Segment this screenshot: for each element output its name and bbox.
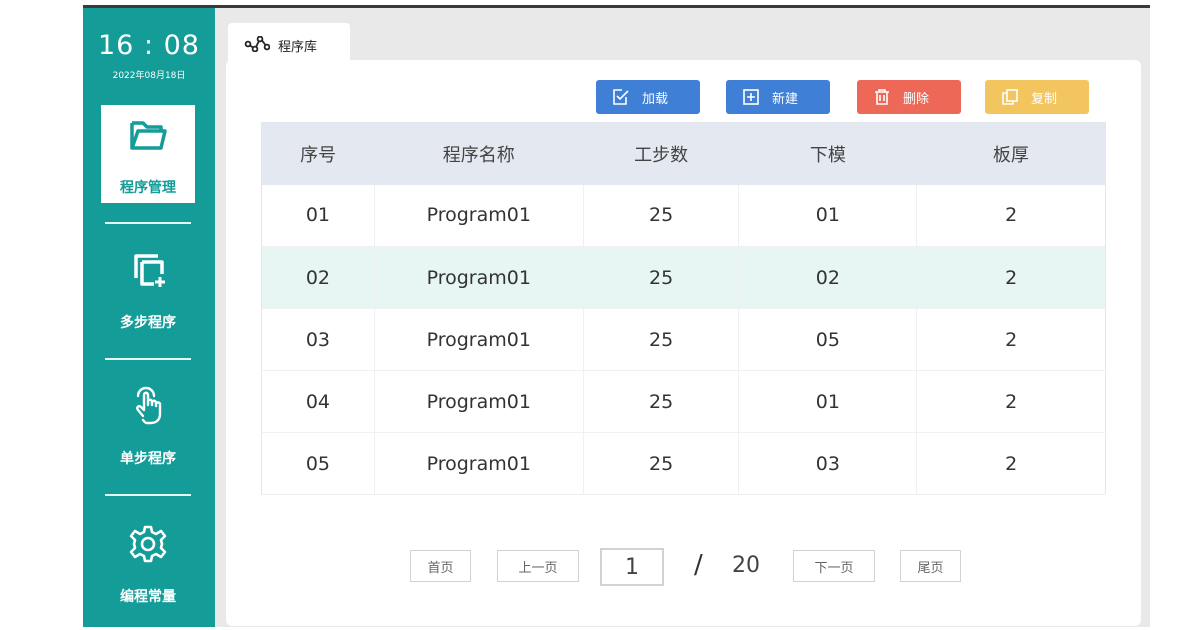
copy-icon xyxy=(1002,89,1018,105)
cell-step-count: 25 xyxy=(583,184,740,247)
cell-index: 02 xyxy=(261,246,375,309)
folder-icon xyxy=(130,121,167,150)
clock-date: 2022年08月18日 xyxy=(112,71,186,81)
cell-thickness: 2 xyxy=(916,308,1106,371)
cell-program-name: Program01 xyxy=(374,308,584,371)
graph-nodes-icon xyxy=(244,36,270,52)
sidebar-item-constants[interactable]: 编程常量 xyxy=(101,514,195,612)
cell-lower-die: 01 xyxy=(738,184,918,247)
app-window: 16 : 08 2022年08月18日 程序管理 多步程序 单步程序 编程常量 … xyxy=(83,5,1150,627)
cell-thickness: 2 xyxy=(916,370,1106,433)
cell-lower-die: 02 xyxy=(738,246,918,309)
cell-step-count: 25 xyxy=(583,246,740,309)
sidebar-item-label: 多步程序 xyxy=(120,315,176,331)
delete-button-label: 删除 xyxy=(903,91,930,107)
column-header-program-name[interactable]: 程序名称 xyxy=(374,122,584,185)
sidebar-item-label: 程序管理 xyxy=(120,180,176,196)
cell-index: 03 xyxy=(261,308,375,371)
delete-button[interactable]: 删除 xyxy=(857,80,961,114)
total-pages: 20 xyxy=(732,553,760,578)
add-document-icon xyxy=(743,89,759,105)
sidebar-item-label: 编程常量 xyxy=(120,589,176,605)
sidebar-item-program-management[interactable]: 程序管理 xyxy=(101,105,195,203)
sidebar-item-multi-step[interactable]: 多步程序 xyxy=(101,240,195,338)
sidebar: 16 : 08 2022年08月18日 程序管理 多步程序 单步程序 编程常量 xyxy=(83,8,215,627)
first-page-button[interactable]: 首页 xyxy=(410,550,471,582)
copy-button-label: 复制 xyxy=(1031,91,1058,107)
tab-program-library[interactable]: 程序库 xyxy=(228,23,350,65)
load-button[interactable]: 加载 xyxy=(596,80,700,114)
table-row[interactable]: 03 Program01 25 05 2 xyxy=(261,308,1106,371)
table-row[interactable]: 05 Program01 25 03 2 xyxy=(261,432,1106,495)
cell-index: 04 xyxy=(261,370,375,433)
check-edit-icon xyxy=(613,89,629,105)
program-library-panel: 加载 新建 删除 复制 序号 程序名称 工步数 下模 板厚 01 Program… xyxy=(226,60,1141,626)
load-button-label: 加载 xyxy=(642,91,669,107)
cell-program-name: Program01 xyxy=(374,432,584,495)
multi-copy-add-icon xyxy=(134,254,165,287)
sidebar-item-label: 单步程序 xyxy=(120,451,176,467)
table-row[interactable]: 04 Program01 25 01 2 xyxy=(261,370,1106,433)
sidebar-divider xyxy=(105,222,191,224)
tab-label: 程序库 xyxy=(278,40,318,55)
cell-program-name: Program01 xyxy=(374,370,584,433)
cell-lower-die: 03 xyxy=(738,432,918,495)
hand-pointer-icon xyxy=(136,386,162,425)
clock-time: 16 : 08 xyxy=(98,30,200,61)
sidebar-divider xyxy=(105,494,191,496)
page-number-input[interactable] xyxy=(600,548,664,586)
new-button[interactable]: 新建 xyxy=(726,80,830,114)
sidebar-item-single-step[interactable]: 单步程序 xyxy=(101,376,195,474)
trash-icon xyxy=(875,89,889,105)
column-header-step-count[interactable]: 工步数 xyxy=(583,122,739,185)
gear-icon xyxy=(129,525,167,563)
cell-index: 05 xyxy=(261,432,375,495)
cell-thickness: 2 xyxy=(916,184,1106,247)
cell-thickness: 2 xyxy=(916,432,1106,495)
table-row-selected[interactable]: 02 Program01 25 02 2 xyxy=(261,246,1106,309)
sidebar-divider xyxy=(105,358,191,360)
new-button-label: 新建 xyxy=(772,91,799,107)
prev-page-button[interactable]: 上一页 xyxy=(497,550,579,582)
last-page-button[interactable]: 尾页 xyxy=(900,550,961,582)
cell-step-count: 25 xyxy=(583,432,740,495)
cell-program-name: Program01 xyxy=(374,184,584,247)
column-header-thickness[interactable]: 板厚 xyxy=(916,122,1106,185)
copy-button[interactable]: 复制 xyxy=(985,80,1089,114)
cell-lower-die: 01 xyxy=(738,370,918,433)
program-table: 序号 程序名称 工步数 下模 板厚 01 Program01 25 01 2 0… xyxy=(261,122,1106,495)
cell-step-count: 25 xyxy=(583,370,740,433)
cell-step-count: 25 xyxy=(583,308,740,371)
cell-thickness: 2 xyxy=(916,246,1106,309)
column-header-index[interactable]: 序号 xyxy=(261,122,375,185)
cell-lower-die: 05 xyxy=(738,308,918,371)
cell-program-name: Program01 xyxy=(374,246,584,309)
page-separator: / xyxy=(694,550,703,580)
table-header-row: 序号 程序名称 工步数 下模 板厚 xyxy=(261,122,1106,185)
next-page-button[interactable]: 下一页 xyxy=(793,550,875,582)
column-header-lower-die[interactable]: 下模 xyxy=(738,122,917,185)
table-row[interactable]: 01 Program01 25 01 2 xyxy=(261,184,1106,247)
cell-index: 01 xyxy=(261,184,375,247)
